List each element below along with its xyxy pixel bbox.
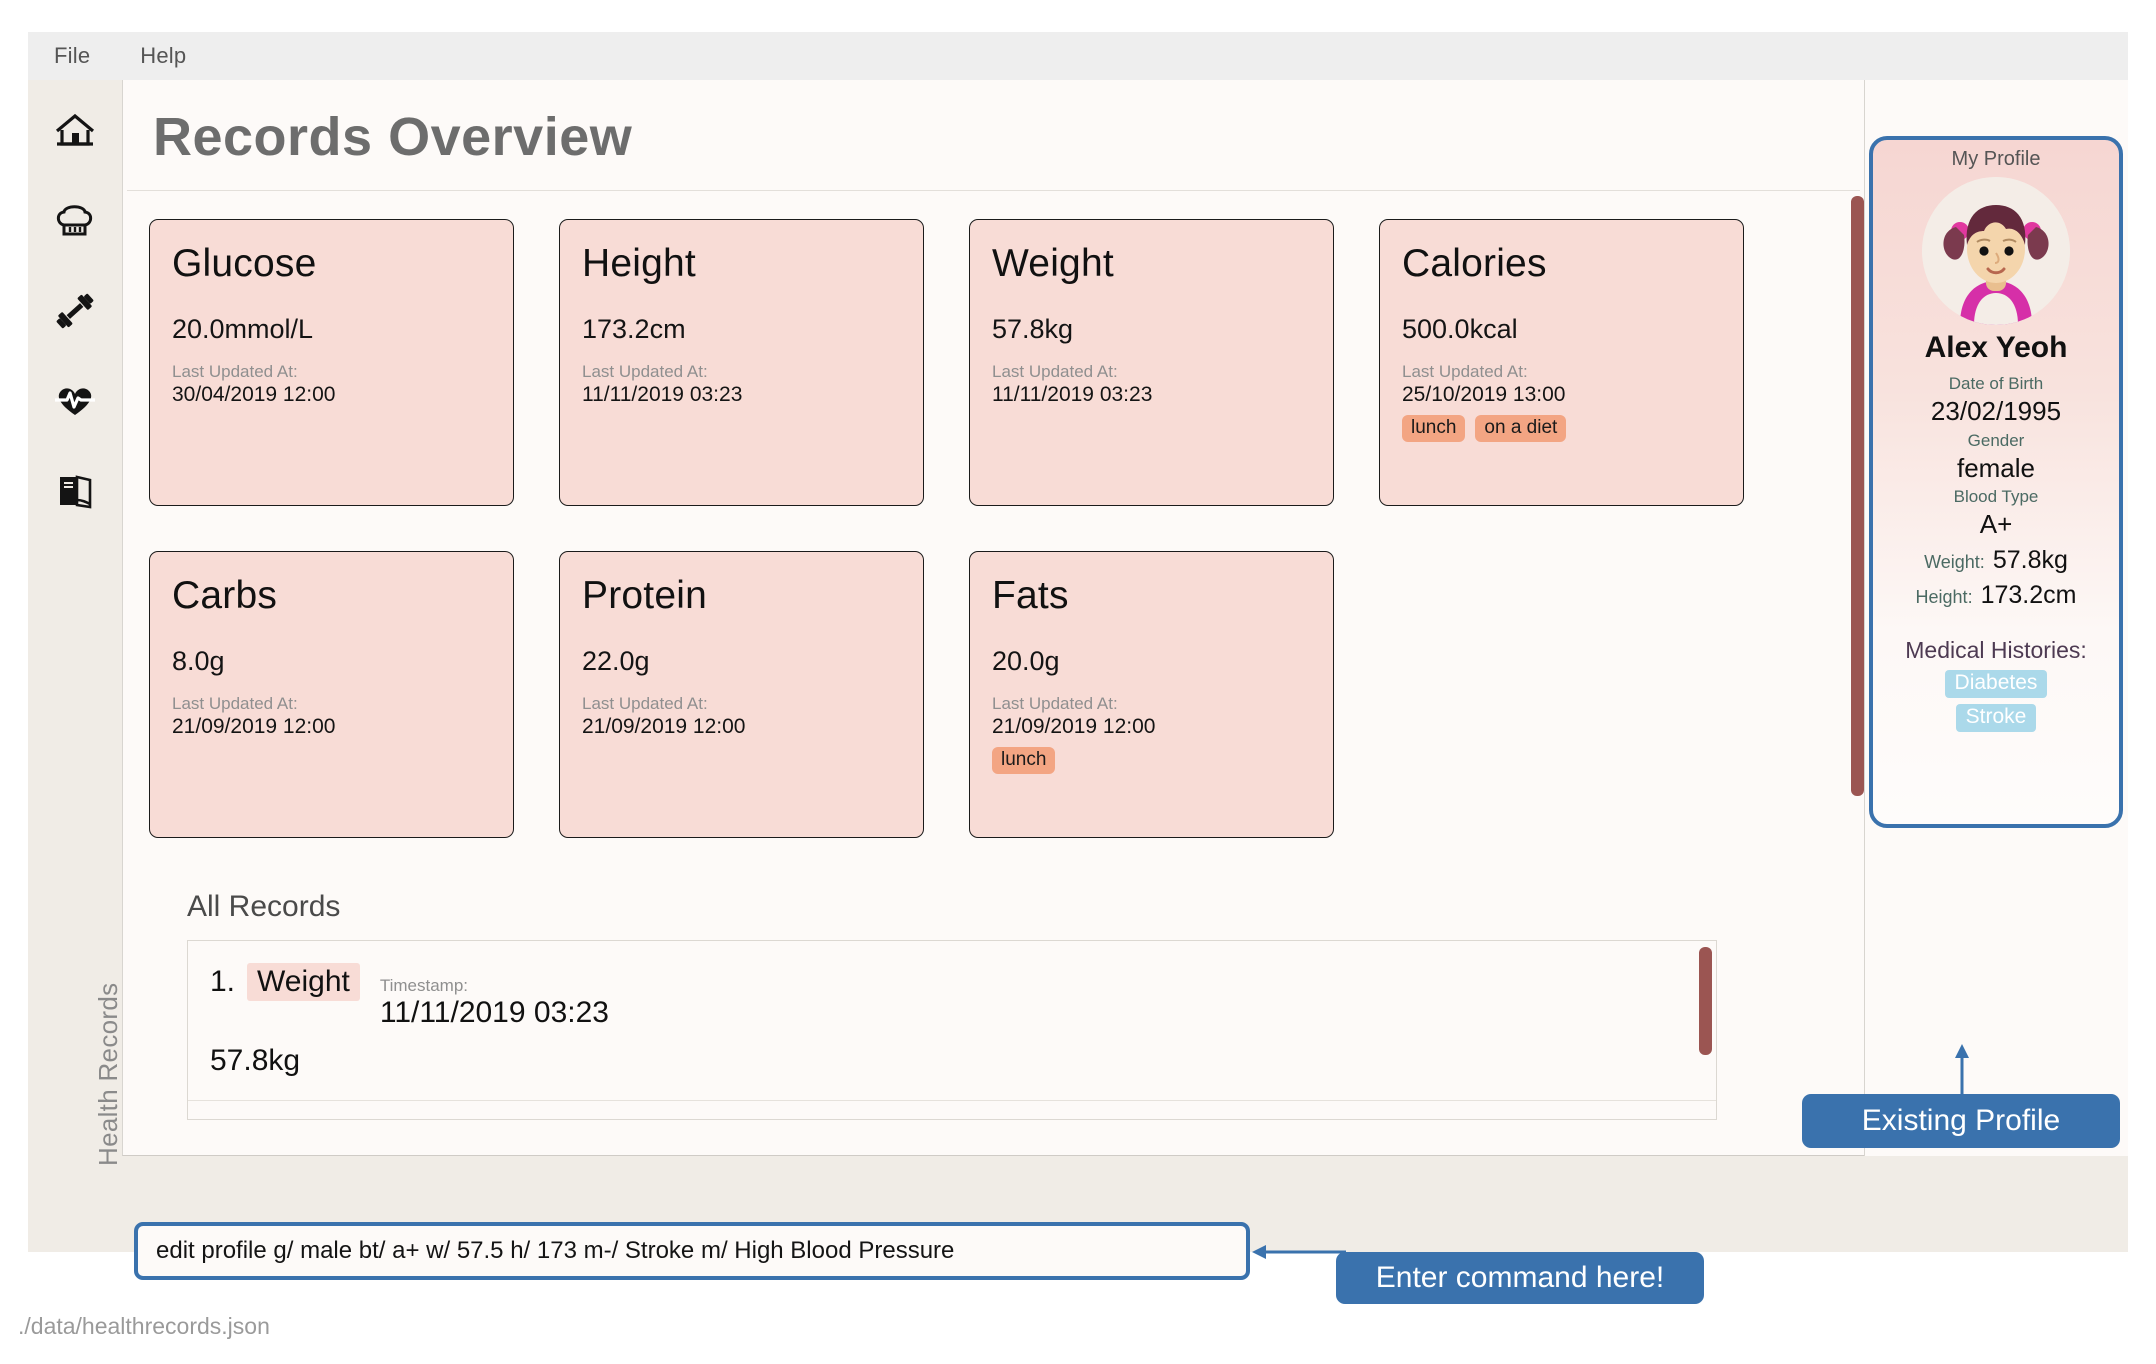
card-tag-row: lunch [992,746,1311,775]
status-filepath: ./data/healthrecords.json [18,1313,270,1339]
card-updated-label: Last Updated At: [582,694,708,713]
card-tag: on a diet [1475,414,1567,443]
profile-name: Alex Yeoh [1924,331,2068,364]
table-row[interactable] [188,1101,1716,1119]
command-callout-arrow [1252,1245,1346,1259]
card-updated-label: Last Updated At: [172,362,298,381]
girl-avatar [1922,177,2070,325]
card-title: Carbs [172,574,278,617]
profile-blood-type: A+ [1979,509,2013,540]
profile-weight-label: Weight: [1924,551,1985,572]
record-card-glucose[interactable]: Glucose 20.0mmol/L Last Updated At: 30/0… [149,219,514,506]
records-card-grid: Glucose 20.0mmol/L Last Updated At: 30/0… [123,191,1823,838]
page-title: Records Overview [153,107,633,167]
card-title: Weight [992,242,1114,285]
profile-callout-arrow [1955,1044,1969,1098]
card-updated-at: 21/09/2019 12:00 [172,715,336,739]
card-updated-at: 30/04/2019 12:00 [172,383,336,407]
menu-item-file[interactable]: File [54,43,90,69]
all-records-heading: All Records [187,890,341,923]
card-tag: lunch [1402,414,1466,443]
menu-item-help[interactable]: Help [140,43,186,69]
app-vertical-title: Health Records [93,982,123,1166]
medical-history-tag: Diabetes [1944,670,2048,699]
profile-height-row: Height: 173.2cm [1873,580,2119,611]
card-value: 8.0g [172,646,225,676]
home-icon[interactable] [52,108,98,154]
card-title: Fats [992,574,1069,617]
chef-hat-icon[interactable] [52,198,98,244]
card-title: Calories [1402,242,1547,285]
profile-weight-row: Weight: 57.8kg [1873,545,2119,576]
card-updated-at: 21/09/2019 12:00 [582,715,746,739]
card-updated-at: 21/09/2019 12:00 [992,715,1156,739]
card-value: 20.0mmol/L [172,314,314,344]
card-title: Glucose [172,242,317,285]
record-card-calories[interactable]: Calories 500.0kcal Last Updated At: 25/1… [1379,219,1744,506]
callout-enter-command: Enter command here! [1336,1252,1704,1304]
command-input[interactable]: edit profile g/ male bt/ a+ w/ 57.5 h/ 1… [134,1222,1250,1280]
journal-icon[interactable] [52,468,98,514]
table-row[interactable]: 1. Weight Timestamp: 11/11/2019 03:23 57… [188,941,1716,1102]
medical-histories-label: Medical Histories: [1905,637,2087,664]
dumbbell-icon[interactable] [52,288,98,334]
card-updated-label: Last Updated At: [992,362,1118,381]
card-value: 20.0g [992,646,1060,676]
record-card-height[interactable]: Height 173.2cm Last Updated At: 11/11/20… [559,219,924,506]
card-value: 22.0g [582,646,650,676]
medical-history-tag: Stroke [1955,704,2037,733]
record-value: 57.8kg [210,1044,301,1078]
callout-existing-profile: Existing Profile [1802,1094,2120,1148]
card-value: 57.8kg [992,314,1074,344]
records-scrollbar-thumb[interactable] [1699,947,1712,1055]
card-value: 173.2cm [582,314,686,344]
profile-panel: My Profile Alex Yeoh Date of Birth 23/02… [1864,80,2128,1156]
record-timestamp: 11/11/2019 03:23 [379,995,609,1029]
profile-gender: female [1956,452,2036,483]
all-records-section: All Records 1. Weight Timestamp: 11/11/2… [123,838,1864,1120]
card-updated-label: Last Updated At: [1402,362,1528,381]
app-window: Health Records Records Overview Glucose … [28,80,2128,1252]
medical-history-list: Diabetes Stroke [1873,670,2119,738]
card-value: 500.0kcal [1402,314,1518,344]
record-card-carbs[interactable]: Carbs 8.0g Last Updated At: 21/09/2019 1… [149,551,514,838]
card-tag-row: lunch on a diet [1402,414,1721,443]
profile-heading: My Profile [1951,148,2041,170]
card-title: Protein [582,574,707,617]
card-updated-at: 11/11/2019 03:23 [582,383,743,407]
profile-dob-label: Date of Birth [1948,374,2044,393]
records-content-panel: Records Overview Glucose 20.0mmol/L Last… [122,80,1864,1156]
card-updated-label: Last Updated At: [992,694,1118,713]
profile-gender-label: Gender [1967,430,2025,450]
record-index: 1. [210,965,236,998]
card-updated-at: 25/10/2019 13:00 [1402,383,1566,407]
record-card-protein[interactable]: Protein 22.0g Last Updated At: 21/09/201… [559,551,924,838]
all-records-list[interactable]: 1. Weight Timestamp: 11/11/2019 03:23 57… [187,940,1717,1120]
menu-bar: File Help [28,32,2128,80]
heart-pulse-icon[interactable] [52,378,98,424]
profile-dob: 23/02/1995 [1930,396,2062,427]
record-type-badge: Weight [247,963,360,1001]
card-updated-label: Last Updated At: [582,362,708,381]
profile-blood-label: Blood Type [1953,487,2039,507]
card-tag: lunch [992,746,1056,775]
profile-height: 173.2cm [1980,581,2077,610]
profile-weight: 57.8kg [1992,545,2068,574]
profile-height-label: Height: [1915,587,1973,608]
content-scrollbar-thumb[interactable] [1851,196,1864,796]
profile-card: My Profile Alex Yeoh Date of Birth 23/02… [1869,136,2123,828]
card-updated-label: Last Updated At: [172,694,298,713]
card-title: Height [582,242,696,285]
record-card-weight[interactable]: Weight 57.8kg Last Updated At: 11/11/201… [969,219,1334,506]
card-updated-at: 11/11/2019 03:23 [992,383,1153,407]
record-card-fats[interactable]: Fats 20.0g Last Updated At: 21/09/2019 1… [969,551,1334,838]
record-timestamp-label: Timestamp: [379,976,469,995]
